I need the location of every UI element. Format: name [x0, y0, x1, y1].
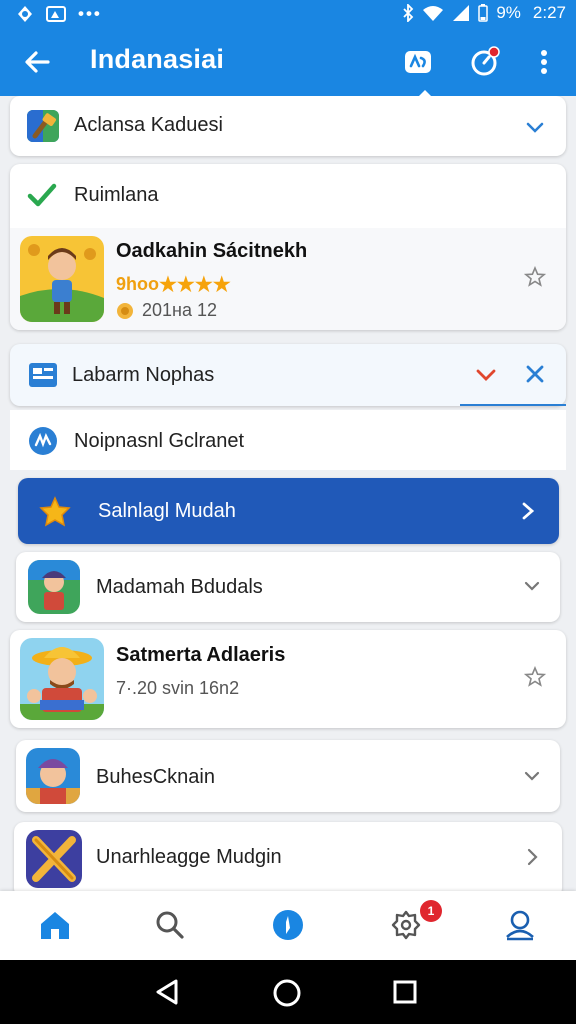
notification-badge: 1 [420, 900, 442, 922]
search-icon [156, 911, 184, 939]
star-badge-icon [39, 496, 71, 527]
close-icon[interactable] [524, 363, 546, 385]
gamepad-icon [405, 51, 431, 73]
list-item-label: Madamah Bdudals [96, 576, 263, 598]
system-navigation-bar [0, 960, 576, 1024]
content-list: Aclansa Kaduesi Ruimlana Oadkahin Sácitn… [0, 96, 576, 891]
chevron-down-icon [526, 122, 544, 133]
game-item-satmerta[interactable]: Satmerta Adlaeris 7·.20 svin 16n2 [10, 630, 566, 728]
more-options-button[interactable] [526, 44, 562, 80]
system-recents-icon[interactable] [392, 979, 418, 1005]
game-meta: 7·.20 svin 16n2 [116, 678, 240, 698]
game-title: Satmerta Adlaeris [116, 644, 286, 666]
nav-explore[interactable] [268, 905, 308, 945]
list-item-unarhleagge[interactable]: Unarhleagge Mudgin [14, 822, 562, 891]
battery-percent: 9% [496, 3, 521, 22]
list-item-aclansa[interactable]: Aclansa Kaduesi [10, 96, 566, 156]
list-item-ruimlana[interactable]: Ruimlana [10, 164, 566, 228]
list-item-madamah[interactable]: Madamah Bdudals [16, 552, 560, 622]
compass-icon [273, 910, 303, 940]
bluetooth-icon [403, 4, 414, 22]
game-rating: 9hoo ★★★★ [116, 272, 231, 297]
chevron-right-icon [527, 848, 538, 866]
list-item-labarm[interactable]: Labarm Nophas [10, 344, 566, 406]
group-ruimlana: Ruimlana Oadkahin Sácitnekh 9hoo ★★★★ 20… [10, 164, 566, 330]
home-icon [41, 912, 69, 939]
chevron-down-icon [524, 581, 540, 591]
game-title: Oadkahin Sácitnekh [116, 240, 308, 262]
profile-icon [506, 910, 534, 941]
system-back-icon[interactable] [154, 978, 180, 1006]
chevron-down-icon [524, 771, 540, 781]
star-pin-icon[interactable] [524, 266, 546, 288]
timer-icon [471, 46, 500, 76]
back-button[interactable] [20, 44, 56, 80]
more-vert-icon [541, 50, 547, 74]
settings-icon [391, 910, 421, 940]
list-item-noipnasnl[interactable]: Noipnasnl Gclranet [10, 410, 566, 470]
app-bar: Indanasiai [0, 28, 576, 97]
app-notification-icon [18, 6, 32, 22]
crossed-swords-icon [26, 830, 82, 888]
system-home-icon[interactable] [272, 978, 302, 1008]
more-notifications-icon: ••• [78, 4, 102, 23]
chevron-down-icon[interactable] [474, 364, 498, 386]
window-icon [29, 363, 57, 387]
chevron-right-icon [522, 502, 535, 520]
coin-icon [117, 302, 133, 319]
checkmark-icon [27, 183, 57, 207]
list-item-label: Ruimlana [74, 184, 159, 206]
photo-notification-icon [46, 6, 66, 22]
game-thumbnail [28, 560, 80, 614]
wifi-icon [423, 6, 444, 21]
selection-underline [460, 404, 566, 406]
game-thumbnail [20, 236, 104, 322]
game-meta-row: 201на 12 [116, 300, 217, 321]
signal-icon [453, 5, 470, 21]
list-item-salnlagl-selected[interactable]: Salnlagl Mudah [18, 478, 559, 544]
page-title: Indanasiai [90, 44, 225, 74]
list-item-label: Noipnasnl Gclranet [74, 430, 245, 452]
timer-button[interactable] [466, 44, 502, 80]
game-meta: 201на 12 [142, 300, 218, 320]
game-thumbnail [20, 638, 104, 720]
nav-home[interactable] [35, 905, 75, 945]
games-button[interactable] [400, 44, 436, 80]
back-arrow-icon [25, 51, 50, 73]
status-bar: ••• 9% 2:27 [0, 0, 576, 28]
list-item-buhes[interactable]: BuhesCknain [16, 740, 560, 812]
list-item-label: Salnlagl Mudah [98, 500, 236, 522]
rating-prefix: 9hoo [116, 274, 159, 294]
nav-profile[interactable] [500, 905, 540, 945]
rating-stars-icon: ★★★★ [159, 274, 231, 296]
list-item-label: Labarm Nophas [72, 364, 215, 386]
nav-search[interactable] [150, 905, 190, 945]
list-item-label: Unarhleagge Mudgin [96, 846, 282, 868]
game-thumbnail [26, 748, 80, 804]
clock: 2:27 [532, 3, 566, 22]
battery-icon [478, 4, 489, 22]
list-item-label: BuhesCknain [96, 766, 215, 788]
hammer-icon [27, 110, 59, 142]
star-pin-icon[interactable] [524, 666, 546, 688]
wave-icon [29, 427, 57, 455]
game-item-oadkahin[interactable]: Oadkahin Sácitnekh 9hoo ★★★★ 201на 12 [10, 228, 566, 330]
bottom-navigation: 1 [0, 891, 576, 960]
list-item-label: Aclansa Kaduesi [74, 114, 223, 136]
